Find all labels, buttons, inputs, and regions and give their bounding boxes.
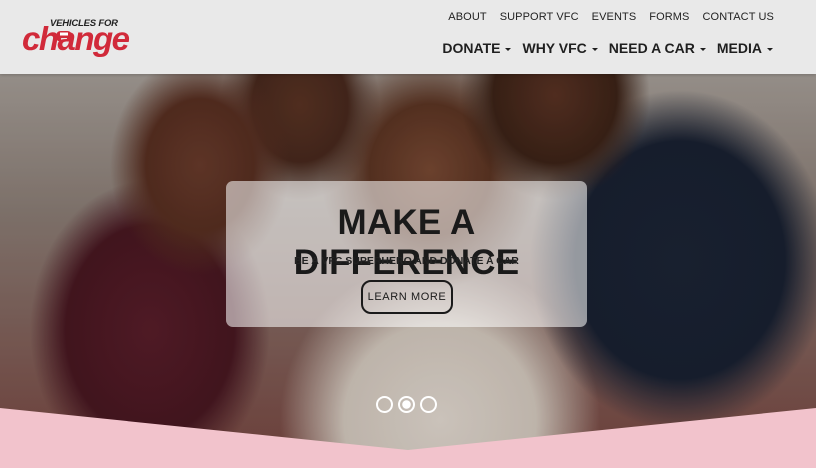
carousel-indicators <box>376 396 437 413</box>
nav-events[interactable]: EVENTS <box>592 11 637 23</box>
caret-down-icon <box>505 47 512 51</box>
nav-media-label: MEDIA <box>716 40 762 56</box>
carousel-dot-1[interactable] <box>376 396 393 413</box>
nav-about[interactable]: ABOUT <box>448 11 486 23</box>
nav-forms[interactable]: FORMS <box>649 11 689 23</box>
nav-why-vfc-label: WHY VFC <box>522 40 587 56</box>
nav-contact-us[interactable]: CONTACT US <box>703 11 775 23</box>
vfc-logo[interactable]: VEHICLES FOR change <box>22 15 132 57</box>
nav-need-a-car-label: NEED A CAR <box>608 40 695 56</box>
hero-title: MAKE A DIFFERENCE <box>293 203 520 282</box>
main-nav: DONATE WHY VFC NEED A CAR MEDIA <box>442 40 773 56</box>
logo-main-text: change <box>22 20 130 57</box>
caret-down-icon <box>767 47 773 51</box>
caret-down-icon <box>699 47 706 51</box>
site-header: VEHICLES FOR change ABOUT SUPPORT VFC EV… <box>0 0 816 74</box>
nav-donate-dropdown[interactable]: DONATE <box>442 40 512 56</box>
nav-why-vfc-dropdown[interactable]: WHY VFC <box>522 40 598 56</box>
carousel-dot-3[interactable] <box>420 396 437 413</box>
nav-media-dropdown[interactable]: MEDIA <box>717 40 773 56</box>
car-icon <box>55 31 73 42</box>
nav-support-vfc[interactable]: SUPPORT VFC <box>500 11 579 23</box>
learn-more-button[interactable]: LEARN MORE <box>361 280 453 314</box>
nav-need-a-car-dropdown[interactable]: NEED A CAR <box>609 40 706 56</box>
hero-subtitle: BE A VFC SUPERHERO AND DONATE A CAR <box>294 255 519 267</box>
top-nav: ABOUT SUPPORT VFC EVENTS FORMS CONTACT U… <box>448 11 774 23</box>
carousel-dot-2[interactable] <box>398 396 415 413</box>
hero-card: MAKE A DIFFERENCE BE A VFC SUPERHERO AND… <box>226 181 587 327</box>
caret-down-icon <box>591 47 598 51</box>
nav-donate-label: DONATE <box>442 40 501 56</box>
